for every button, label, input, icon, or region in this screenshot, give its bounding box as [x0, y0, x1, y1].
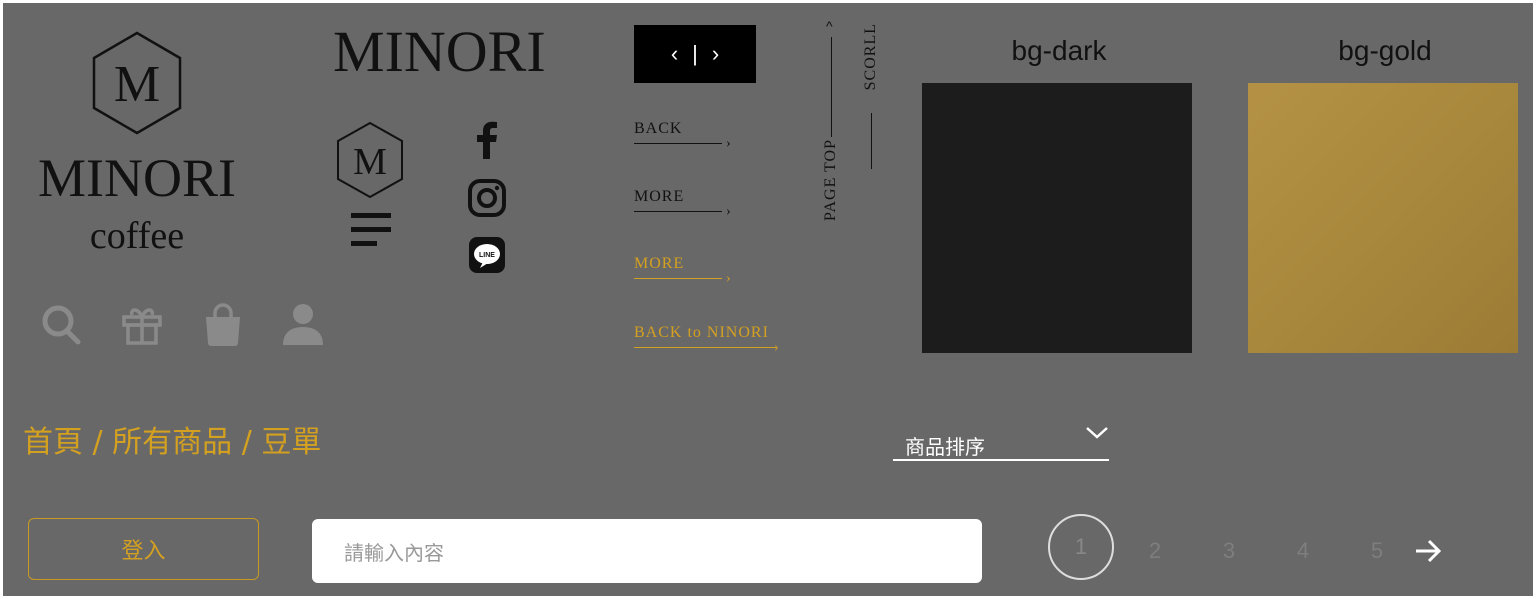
brand-name: MINORI: [38, 148, 236, 208]
back-link-label: BACK: [634, 120, 683, 137]
page-top-button[interactable]: ^ PAGE TOP: [819, 19, 845, 237]
pagination-page-5[interactable]: 5: [1344, 531, 1410, 571]
pagination-page-4[interactable]: 4: [1270, 531, 1336, 571]
carousel-prev-button[interactable]: ‹: [671, 41, 678, 67]
pagination-page-3[interactable]: 3: [1196, 531, 1262, 571]
hex-letter: M: [114, 56, 160, 113]
scroll-indicator: SCORLL: [861, 23, 885, 173]
gift-icon[interactable]: [120, 301, 164, 347]
arrow-right-icon[interactable]: [1412, 534, 1444, 568]
style-guide-canvas: M MINORI coffee MINORI M LINE ‹ | › BACK…: [3, 3, 1533, 596]
chevron-up-icon: ^: [826, 18, 833, 34]
user-icon[interactable]: [281, 301, 325, 347]
back-to-minori-underline: [634, 347, 776, 348]
search-icon[interactable]: [39, 301, 83, 347]
carousel-control: ‹ | ›: [634, 25, 756, 83]
scroll-label: SCORLL: [862, 23, 879, 91]
wordmark: MINORI: [333, 19, 546, 84]
carousel-next-button[interactable]: ›: [712, 41, 719, 67]
pagination-page-2[interactable]: 2: [1122, 531, 1188, 571]
line-icon[interactable]: LINE: [466, 234, 508, 276]
search-input[interactable]: 請輸入內容: [312, 519, 982, 583]
back-to-minori-label: BACK to NINORI: [634, 324, 769, 341]
sort-select[interactable]: 商品排序: [893, 423, 1109, 461]
bg-gold-label: bg-gold: [1338, 35, 1432, 66]
back-to-minori-link[interactable]: BACK to NINORI ›: [634, 325, 794, 355]
breadcrumb[interactable]: 首頁 / 所有商品 / 豆單: [23, 417, 321, 461]
carousel-divider: |: [692, 41, 698, 66]
chevron-right-icon: ›: [726, 136, 732, 151]
bg-dark-label: bg-dark: [1011, 35, 1107, 66]
chevron-down-icon: [1086, 427, 1108, 439]
pagination-page-current[interactable]: 1: [1048, 514, 1114, 580]
more-link-dark-label: MORE: [634, 188, 685, 205]
shopping-bag-icon[interactable]: [201, 301, 245, 347]
facebook-icon[interactable]: [466, 119, 508, 161]
hexagon-logo-icon: M: [92, 31, 182, 135]
hexagon-logo-small-icon[interactable]: M: [335, 121, 405, 199]
bg-gold-swatch: [1248, 83, 1518, 353]
chevron-right-icon: ›: [726, 271, 732, 286]
more-link-dark[interactable]: MORE ›: [634, 189, 744, 219]
chevron-right-icon: ›: [726, 204, 732, 219]
login-button[interactable]: 登入: [28, 518, 259, 580]
more-link-gold-underline: [634, 278, 722, 279]
scroll-line: [871, 113, 872, 169]
page-top-line: [831, 37, 832, 137]
back-link[interactable]: BACK ›: [634, 121, 744, 151]
menu-icon[interactable]: [349, 209, 393, 251]
sort-select-label: 商品排序: [905, 435, 985, 459]
more-link-dark-underline: [634, 211, 722, 212]
instagram-icon[interactable]: [466, 177, 508, 219]
line-icon-text: LINE: [479, 252, 495, 259]
back-link-underline: [634, 143, 722, 144]
chevron-right-icon: ›: [774, 340, 780, 355]
more-link-gold[interactable]: MORE ›: [634, 256, 744, 286]
brand-subtitle: coffee: [89, 215, 185, 257]
page-top-label: PAGE TOP: [822, 139, 839, 221]
bg-dark-swatch: [922, 83, 1192, 353]
more-link-gold-label: MORE: [634, 255, 685, 272]
hex-small-letter: M: [353, 141, 387, 183]
